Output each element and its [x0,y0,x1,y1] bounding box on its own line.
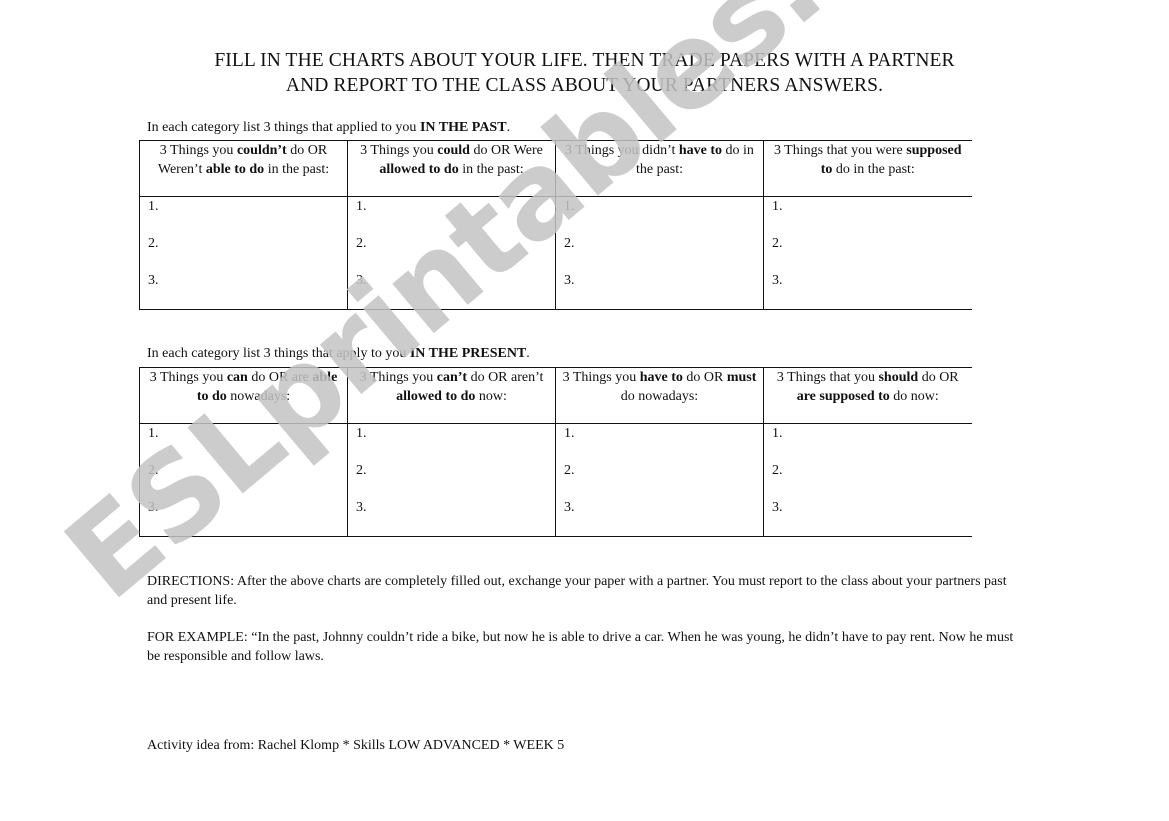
past-intro-text: In each category list 3 things that appl… [147,120,420,135]
header-emphasis: allowed to do [379,162,459,177]
past-answer-cell[interactable]: 1. 2. 3. [139,196,348,310]
header-emphasis: able to do [205,162,265,177]
header-text: do nowadays: [620,389,699,404]
answer-number: 2. [772,236,783,251]
header-text: 3 Things you [360,143,438,158]
past-intro-emphasis: IN THE PAST [419,120,507,135]
header-emphasis: have to [678,143,723,158]
title-line-1: FILL IN THE CHARTS ABOUT YOUR LIFE. THEN… [214,50,955,71]
past-answer-cell[interactable]: 1. 2. 3. [347,196,556,310]
past-instructions: In each category list 3 things that appl… [147,120,510,136]
header-text: do now: [889,389,939,404]
past-header-cell: 3 Things you could do OR Were allowed to… [347,140,556,197]
worksheet-title: FILL IN THE CHARTS ABOUT YOUR LIFE. THEN… [0,48,1169,98]
present-intro-emphasis: IN THE PRESENT [409,346,527,361]
header-emphasis: are supposed to [796,389,890,404]
present-chart-header-row: 3 Things you can do OR are able to do no… [139,367,972,424]
header-emphasis: allowed to do [396,389,476,404]
past-chart: 3 Things you couldn’t do OR Weren’t able… [139,140,972,310]
header-text: 3 Things you [149,370,227,385]
header-emphasis: could [437,143,470,158]
header-emphasis: should [878,370,919,385]
present-intro-period: . [526,346,530,361]
header-text: in the past: [264,162,330,177]
answer-number: 1. [772,426,783,441]
header-emphasis: couldn’t [236,143,287,158]
header-text: 3 Things you [562,370,640,385]
answer-number: 2. [148,463,159,478]
past-header-cell: 3 Things that you were supposed to do in… [763,140,972,197]
present-intro-text: In each category list 3 things that appl… [147,346,410,361]
header-emphasis: must [726,370,757,385]
header-text: 3 Things you [159,143,237,158]
past-header-cell: 3 Things you didn’t have to do in the pa… [555,140,764,197]
answer-number: 3. [148,273,159,288]
header-text: do OR aren’t [467,370,544,385]
answer-number: 2. [564,463,575,478]
directions-text: DIRECTIONS: After the above charts are c… [147,574,1007,608]
present-header-cell: 3 Things you have to do OR must do nowad… [555,367,764,424]
activity-credit: Activity idea from: Rachel Klomp * Skill… [147,738,565,753]
answer-number: 3. [772,273,783,288]
header-text: do OR Were [469,143,543,158]
present-header-cell: 3 Things you can do OR are able to do no… [139,367,348,424]
past-chart-answer-row: 1. 2. 3. 1. 2. 3. 1. 2. 3. 1. 2. 3. [139,196,972,310]
answer-number: 2. [772,463,783,478]
header-text: do OR [918,370,959,385]
header-text: do OR [682,370,727,385]
worksheet-page: FILL IN THE CHARTS ABOUT YOUR LIFE. THEN… [0,0,1169,821]
header-text: 3 Things you didn’t [565,143,679,158]
answer-number: 1. [148,199,159,214]
answer-number: 2. [148,236,159,251]
header-text: nowadays: [226,389,291,404]
answer-number: 3. [564,273,575,288]
past-chart-header-row: 3 Things you couldn’t do OR Weren’t able… [139,140,972,197]
header-emphasis: can’t [436,370,468,385]
present-chart: 3 Things you can do OR are able to do no… [139,367,972,537]
answer-number: 1. [356,426,367,441]
answer-number: 1. [148,426,159,441]
present-header-cell: 3 Things that you should do OR are suppo… [763,367,972,424]
present-header-cell: 3 Things you can’t do OR aren’t allowed … [347,367,556,424]
answer-number: 2. [564,236,575,251]
present-answer-cell[interactable]: 1. 2. 3. [555,423,764,537]
answer-number: 1. [772,199,783,214]
header-text: do in the past: [832,162,915,177]
header-text: now: [475,389,507,404]
past-intro-period: . [506,120,511,135]
present-chart-answer-row: 1. 2. 3. 1. 2. 3. 1. 2. 3. 1. 2. 3. [139,423,972,537]
answer-number: 3. [356,500,367,515]
header-text: 3 Things that you were [773,143,907,158]
present-answer-cell[interactable]: 1. 2. 3. [763,423,972,537]
answer-number: 1. [564,426,575,441]
header-emphasis: have to [639,370,683,385]
header-text: 3 Things that you [776,370,879,385]
header-text: in the past: [458,162,524,177]
present-answer-cell[interactable]: 1. 2. 3. [139,423,348,537]
answer-number: 1. [356,199,367,214]
answer-number: 2. [356,463,367,478]
answer-number: 3. [772,500,783,515]
example-text: FOR EXAMPLE: “In the past, Johnny couldn… [147,630,1014,664]
past-header-cell: 3 Things you couldn’t do OR Weren’t able… [139,140,348,197]
present-instructions: In each category list 3 things that appl… [147,346,530,362]
past-answer-cell[interactable]: 1. 2. 3. [763,196,972,310]
past-answer-cell[interactable]: 1. 2. 3. [555,196,764,310]
answer-number: 3. [564,500,575,515]
present-answer-cell[interactable]: 1. 2. 3. [347,423,556,537]
header-text: do OR are [247,370,313,385]
answer-number: 2. [356,236,367,251]
header-text: 3 Things you [359,370,437,385]
answer-number: 3. [356,273,367,288]
answer-number: 1. [564,199,575,214]
answer-number: 3. [148,500,159,515]
header-emphasis: can [226,370,248,385]
title-line-2: AND REPORT TO THE CLASS ABOUT YOUR PARTN… [285,75,884,96]
